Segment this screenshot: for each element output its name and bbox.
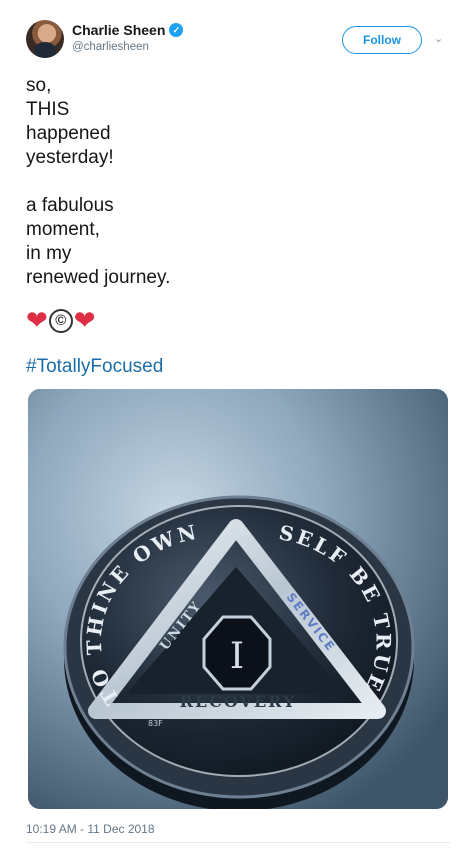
tweet-header: Charlie Sheen ✓ @charliesheen Follow ⌄ bbox=[26, 20, 456, 64]
coin-text-recovery: RECOVERY bbox=[180, 692, 297, 711]
tweet-line: renewed journey. bbox=[26, 267, 171, 288]
author-block[interactable]: Charlie Sheen ✓ @charliesheen bbox=[72, 22, 184, 53]
tweet-line: so, bbox=[26, 75, 52, 96]
follow-button[interactable]: Follow bbox=[342, 26, 422, 54]
tweet-line: yesterday! bbox=[26, 147, 114, 168]
red-heart-icon: ❤ bbox=[26, 306, 48, 336]
tweet-line: in my bbox=[26, 243, 72, 264]
tweet-line: happened bbox=[26, 123, 111, 144]
tweet-line: moment, bbox=[26, 219, 100, 240]
avatar[interactable] bbox=[26, 20, 64, 58]
red-heart-icon: ❤ bbox=[73, 306, 96, 336]
chevron-down-icon[interactable]: ⌄ bbox=[434, 34, 444, 45]
tweet-photo[interactable]: I TO THINE OWN SELF BE TRUE UNITY SERVIC… bbox=[28, 389, 448, 809]
tweet-line: THIS bbox=[26, 99, 70, 120]
recovery-coin-image: I TO THINE OWN SELF BE TRUE UNITY SERVIC… bbox=[28, 389, 448, 809]
emoji-row: ❤ © ❤ bbox=[26, 306, 96, 336]
tweet-timestamp[interactable]: 10:19 AM - 11 Dec 2018 bbox=[26, 822, 155, 836]
tweet-text: so, THIS happened yesterday! a fabulous … bbox=[26, 74, 446, 290]
tweet-line: a fabulous bbox=[26, 195, 114, 216]
divider bbox=[26, 842, 450, 843]
coin-mark: 83F bbox=[148, 719, 163, 728]
hashtag-link[interactable]: #TotallyFocused bbox=[26, 356, 163, 378]
author-handle[interactable]: @charliesheen bbox=[72, 41, 183, 53]
copyright-icon: © bbox=[48, 309, 73, 333]
coin-center-numeral: I bbox=[230, 636, 244, 677]
verified-badge-icon: ✓ bbox=[169, 23, 184, 37]
author-display-name[interactable]: Charlie Sheen bbox=[72, 22, 165, 38]
